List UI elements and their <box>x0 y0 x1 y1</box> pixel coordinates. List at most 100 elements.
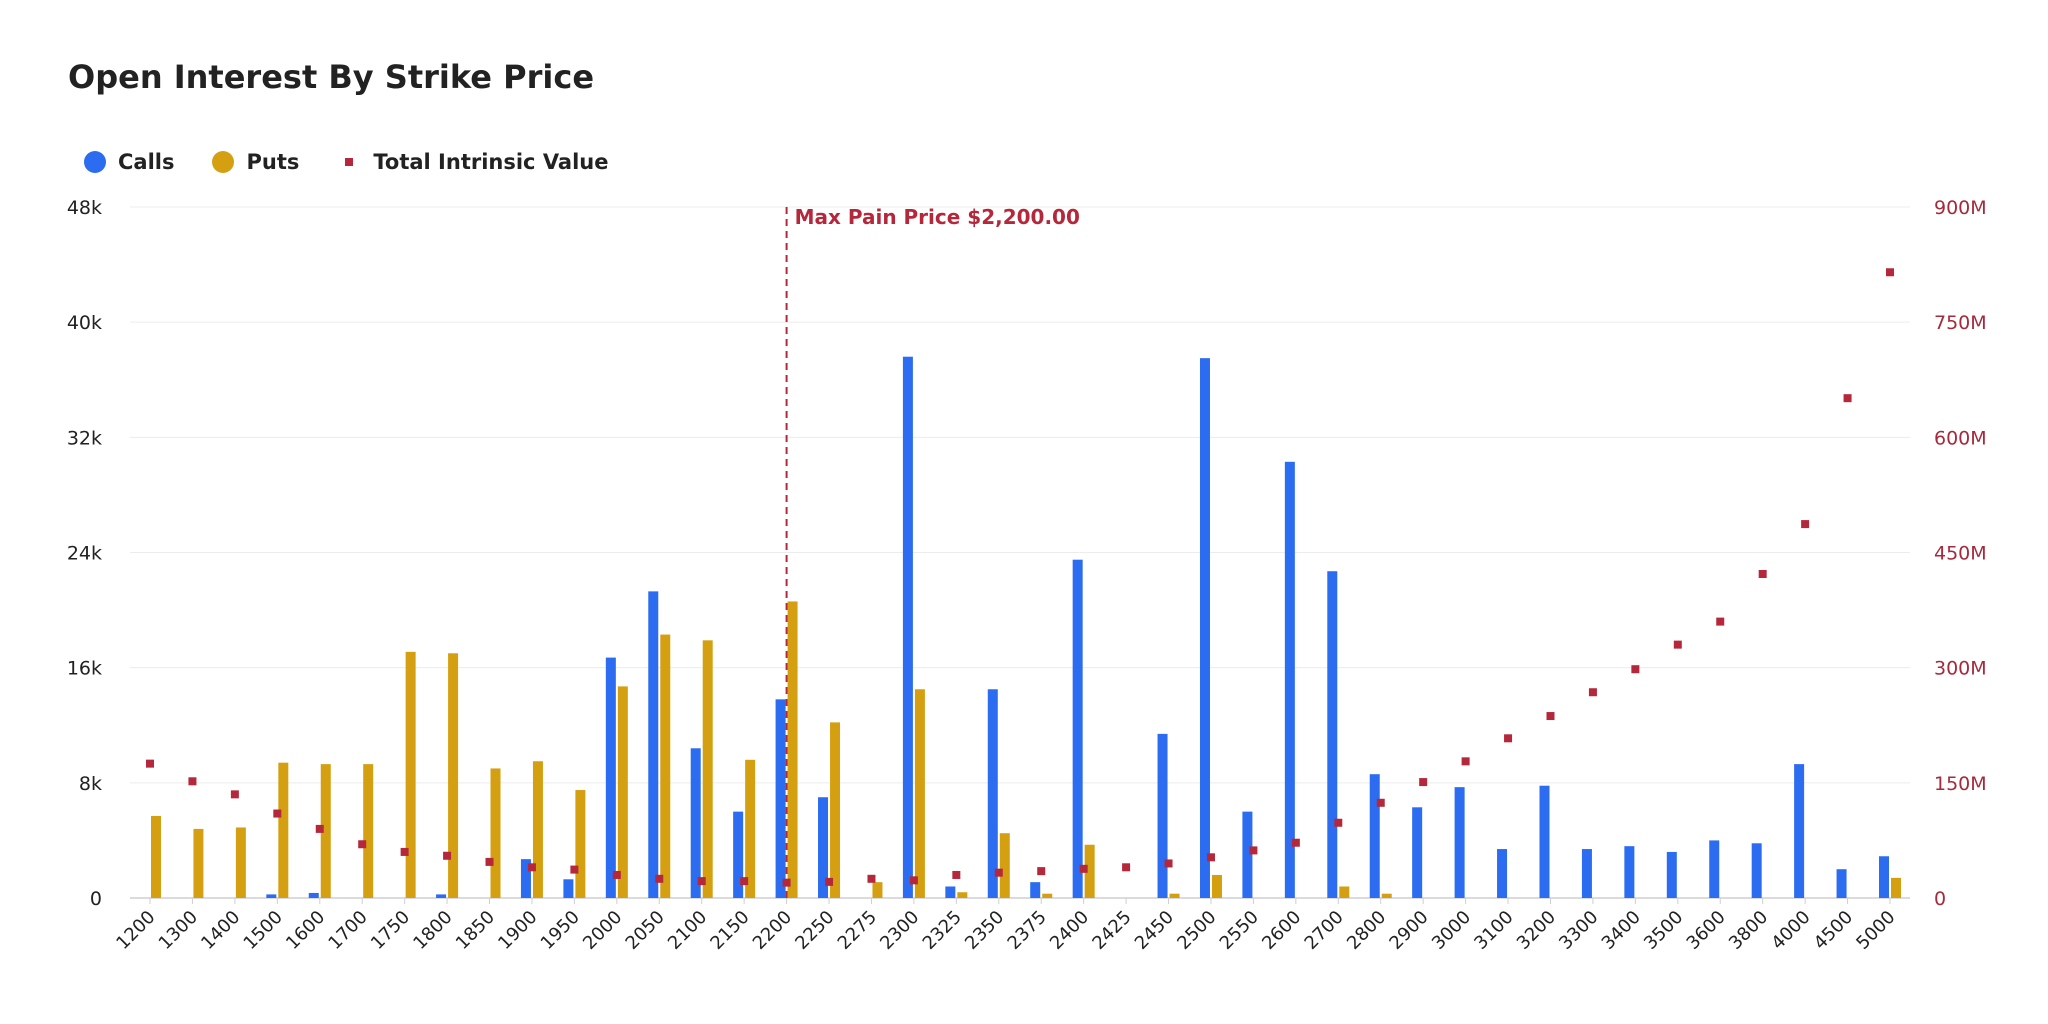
marker-intrinsic-value <box>909 876 918 885</box>
bar-puts <box>830 722 841 898</box>
bar-puts <box>363 764 374 898</box>
marker-intrinsic-value <box>570 865 579 874</box>
bar-calls <box>1879 856 1889 898</box>
y-tick-label-right: 600M <box>1934 427 1987 449</box>
marker-intrinsic-value <box>1376 798 1385 807</box>
bar-calls <box>1199 358 1210 898</box>
marker-intrinsic-value <box>1291 838 1300 847</box>
bar-calls <box>605 657 616 898</box>
bar-puts <box>1169 893 1180 898</box>
x-tick-label: 2425 <box>1088 907 1135 954</box>
bar-puts <box>448 653 459 898</box>
marker-intrinsic-value <box>485 857 494 866</box>
x-tick-label: 1900 <box>494 907 541 954</box>
bar-puts <box>1381 893 1392 898</box>
y-tick-label-left: 8k <box>79 773 102 795</box>
x-tick-label: 2200 <box>749 907 796 954</box>
bar-puts <box>278 762 289 898</box>
bar-calls <box>1666 851 1677 898</box>
bar-puts <box>235 827 246 898</box>
bar-puts <box>405 651 416 898</box>
x-tick-label: 5000 <box>1852 907 1899 954</box>
x-tick-label: 1600 <box>282 907 329 954</box>
marker-intrinsic-value <box>1249 846 1258 855</box>
bar-calls <box>690 748 701 898</box>
x-tick-label: 2600 <box>1258 907 1305 954</box>
marker-intrinsic-value <box>273 809 282 818</box>
bar-puts <box>617 686 628 898</box>
x-tick-label: 2100 <box>664 907 711 954</box>
marker-intrinsic-value <box>443 851 452 860</box>
x-tick-label: 1200 <box>112 907 159 954</box>
marker-intrinsic-value <box>230 790 239 799</box>
x-tick-label: 3600 <box>1683 907 1730 954</box>
bar-calls <box>1794 764 1805 898</box>
marker-intrinsic-value <box>188 777 197 786</box>
bar-calls <box>1454 787 1465 898</box>
y-tick-label-left: 48k <box>67 197 102 219</box>
x-tick-label: 2800 <box>1343 907 1390 954</box>
x-tick-label: 1750 <box>367 907 414 954</box>
x-tick-label: 3400 <box>1598 907 1645 954</box>
y-tick-label-right: 750M <box>1934 312 1987 334</box>
max-pain-label: Max Pain Price $2,200.00 <box>795 205 1080 229</box>
bar-puts <box>490 768 501 898</box>
y-tick-label-left: 24k <box>67 543 102 565</box>
marker-intrinsic-value <box>994 868 1003 877</box>
bar-puts <box>575 790 586 898</box>
bar-calls <box>1327 571 1338 898</box>
x-tick-label: 3800 <box>1725 907 1772 954</box>
x-tick-label: 1700 <box>324 907 371 954</box>
y-tick-label-left: 40k <box>67 312 102 334</box>
marker-intrinsic-value <box>1037 867 1046 876</box>
marker-intrinsic-value <box>867 874 876 883</box>
marker-intrinsic-value <box>1631 665 1640 674</box>
x-tick-label: 2150 <box>706 907 753 954</box>
marker-intrinsic-value <box>1588 688 1597 697</box>
x-tick-label: 2275 <box>834 907 881 954</box>
x-tick-label: 2700 <box>1301 907 1348 954</box>
x-tick-label: 3000 <box>1428 907 1475 954</box>
bar-puts <box>872 882 883 898</box>
x-tick-label: 1300 <box>155 907 202 954</box>
bar-calls <box>1836 869 1847 898</box>
x-tick-label: 2000 <box>579 907 626 954</box>
bar-calls <box>1539 785 1550 898</box>
chart-page: Open Interest By Strike Price Calls Puts… <box>0 0 2048 1024</box>
x-tick-label: 3500 <box>1640 907 1687 954</box>
marker-intrinsic-value <box>655 874 664 883</box>
x-tick-label: 2325 <box>919 907 966 954</box>
y-tick-label-left: 16k <box>67 658 102 680</box>
x-tick-label: 2350 <box>961 907 1008 954</box>
bar-calls <box>1284 461 1295 898</box>
marker-intrinsic-value <box>1164 859 1173 868</box>
bar-calls <box>266 894 277 898</box>
marker-intrinsic-value <box>1801 520 1810 529</box>
x-tick-label: 3100 <box>1470 907 1517 954</box>
x-tick-label: 2450 <box>1131 907 1178 954</box>
x-tick-label: 3300 <box>1555 907 1602 954</box>
y-tick-label-left: 32k <box>67 427 102 449</box>
marker-intrinsic-value <box>527 863 536 872</box>
marker-intrinsic-value <box>1206 853 1215 862</box>
bar-calls <box>1751 843 1762 898</box>
x-tick-label: 1500 <box>240 907 287 954</box>
bar-puts <box>660 634 671 898</box>
x-tick-label: 1950 <box>537 907 584 954</box>
marker-intrinsic-value <box>1079 864 1088 873</box>
x-tick-label: 2550 <box>1216 907 1263 954</box>
bar-puts <box>999 833 1010 898</box>
marker-intrinsic-value <box>1419 778 1428 787</box>
marker-intrinsic-value <box>400 847 409 856</box>
x-tick-label: 2375 <box>1004 907 1051 954</box>
y-tick-label-right: 450M <box>1934 543 1987 565</box>
x-tick-label: 2250 <box>791 907 838 954</box>
bar-calls <box>1624 846 1635 898</box>
x-tick-label: 1800 <box>409 907 456 954</box>
marker-intrinsic-value <box>1504 734 1513 743</box>
y-tick-label-right: 0 <box>1934 888 1946 910</box>
bar-calls <box>1030 882 1041 898</box>
bar-calls <box>1157 733 1168 898</box>
bar-calls <box>1581 849 1592 898</box>
marker-intrinsic-value <box>1758 569 1767 578</box>
